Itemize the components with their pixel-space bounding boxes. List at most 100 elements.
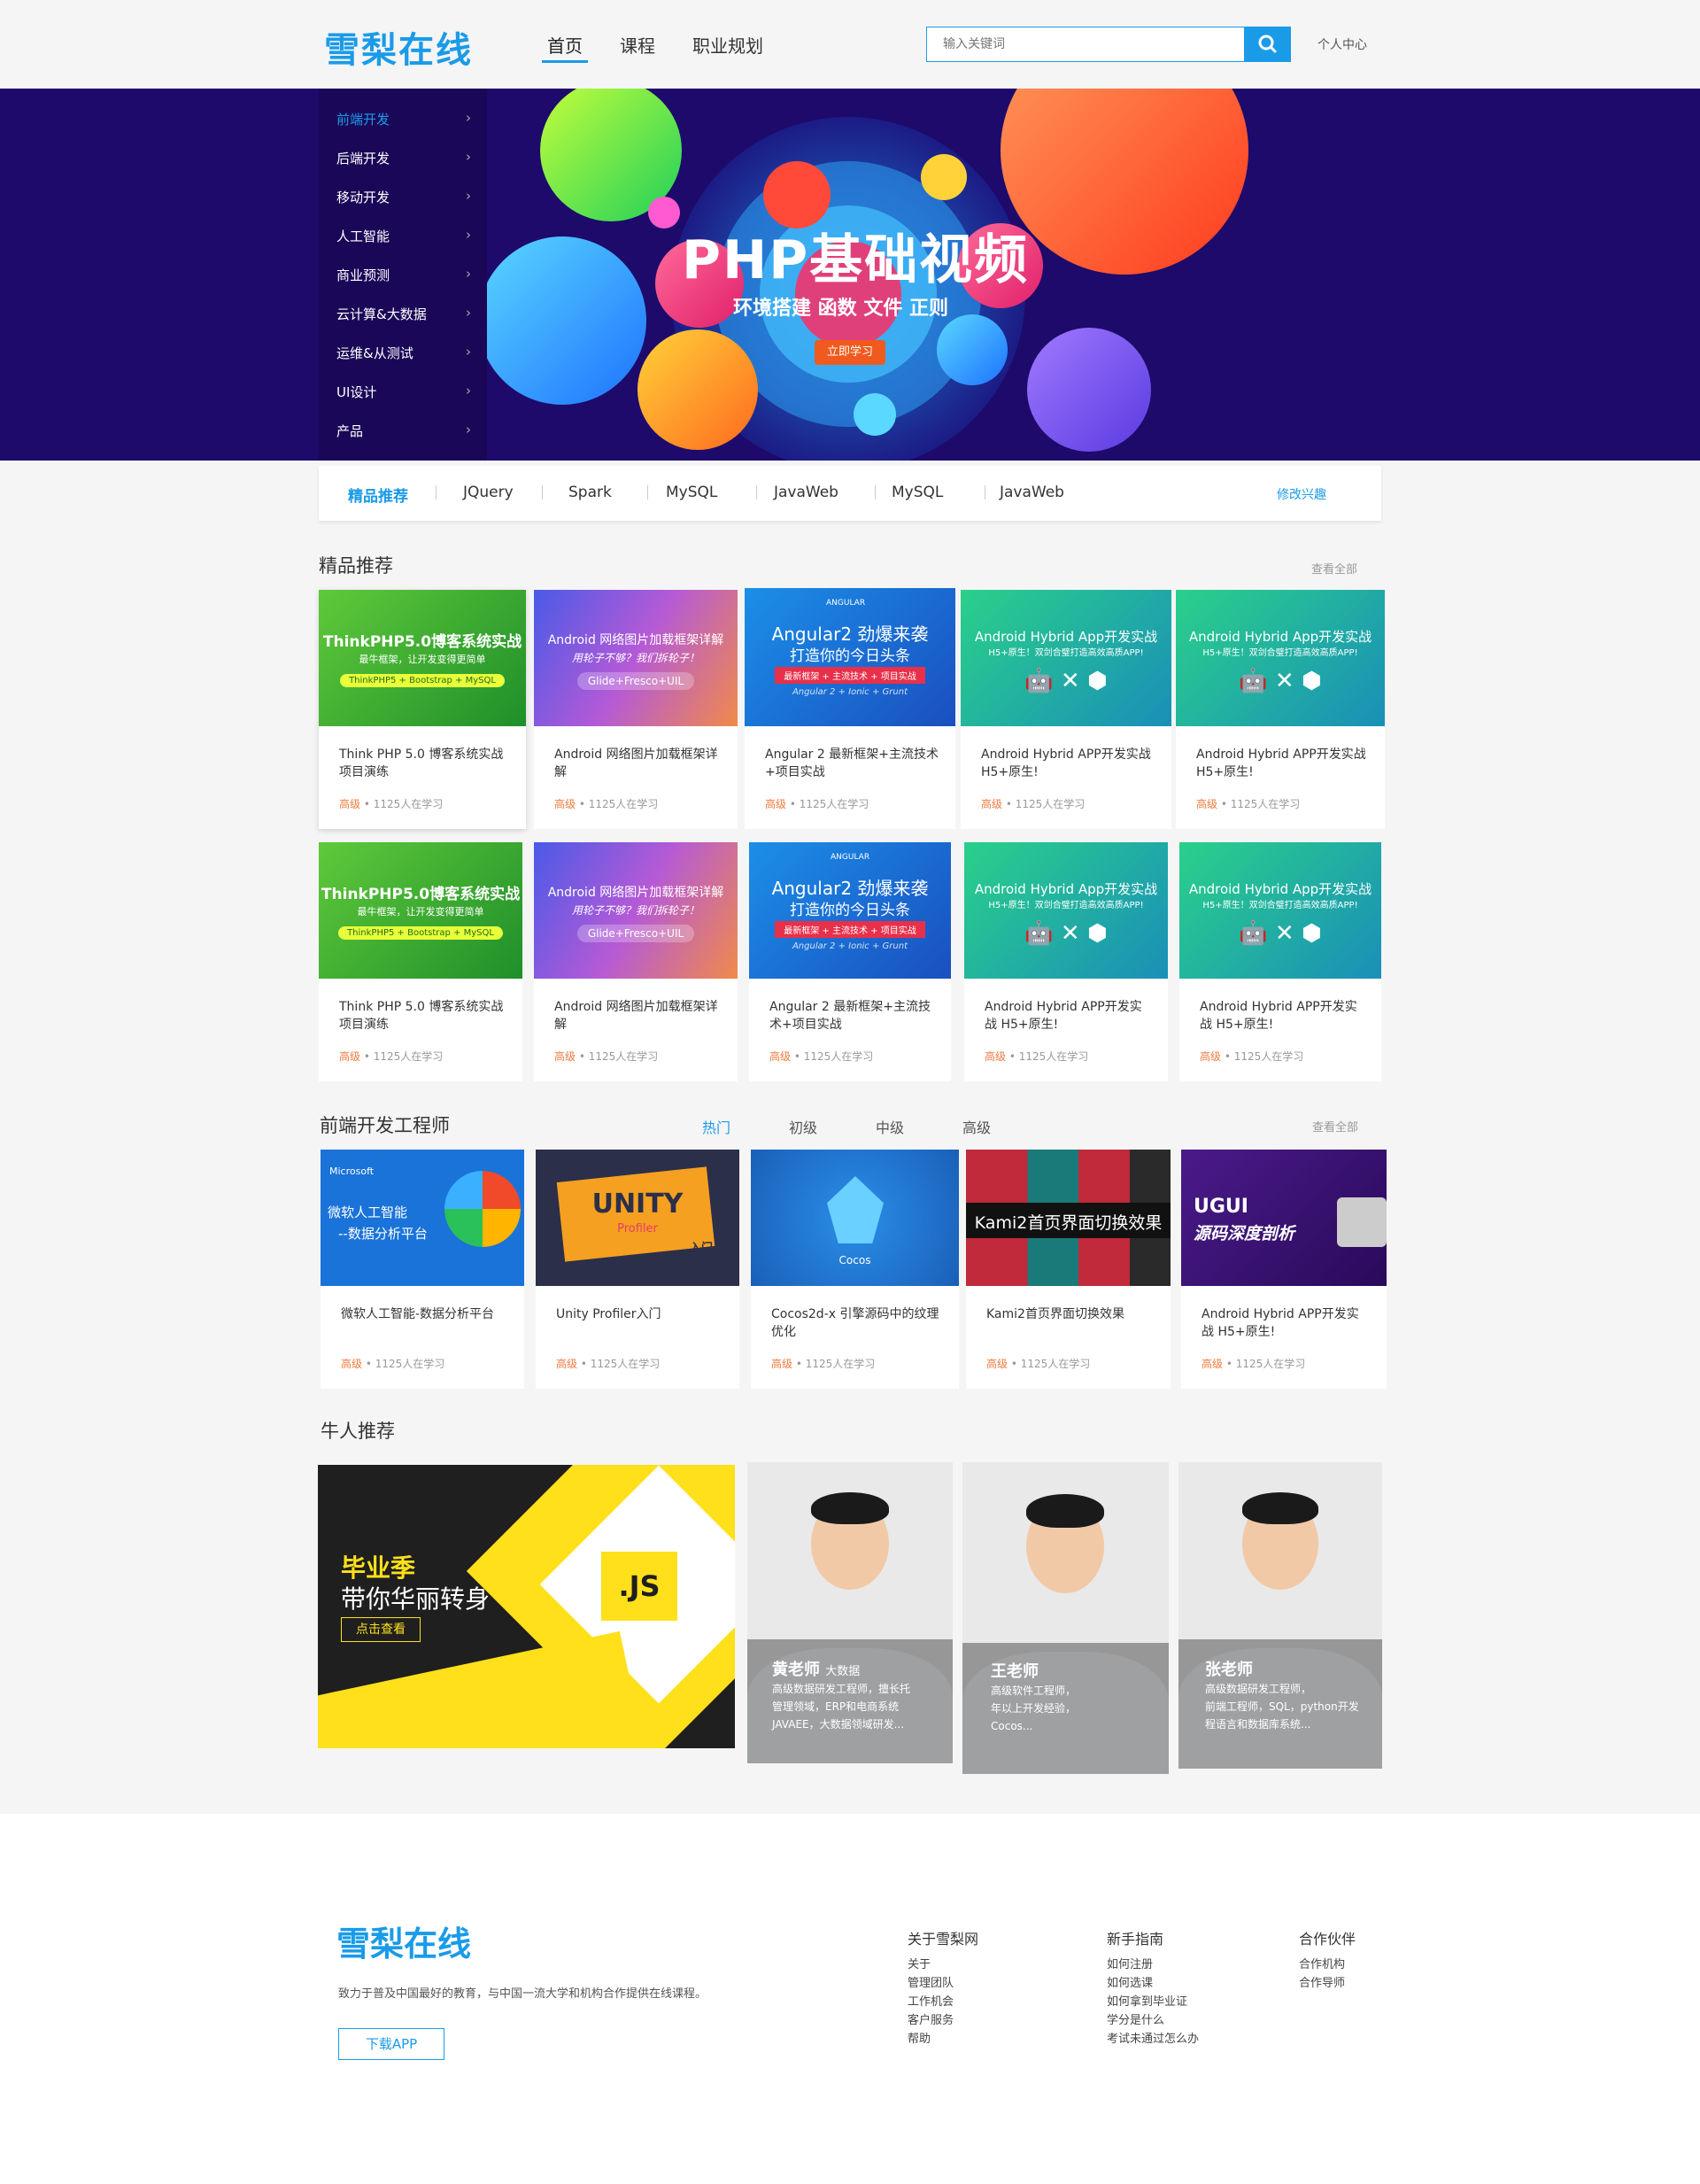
sidebar-item-ai[interactable]: 人工智能 › — [336, 227, 478, 244]
course-card[interactable]: Cocos Cocos2d-x 引擎源码中的纹理优化 高级 • 1125人在学习 — [751, 1150, 959, 1389]
thumbnail-title: Android 网络图片加载框架详解 — [547, 886, 724, 900]
course-level: 高级 — [1200, 1050, 1222, 1063]
course-thumbnail: ThinkPHP5.0博客系统实战 最牛框架，让开发变得更简单 ThinkPHP… — [319, 590, 526, 726]
course-card[interactable]: Microsoft 微软人工智能 --数据分析平台 微软人工智能-数据分析平台 … — [321, 1150, 524, 1389]
nav-courses[interactable]: 课程 — [620, 32, 655, 58]
featured-see-all-link[interactable]: 查看全部 — [1311, 560, 1357, 577]
tag-divider — [436, 485, 437, 500]
course-students: 1125人在学习 — [1230, 798, 1301, 810]
course-card[interactable]: UNITY Profiler 入门 Unity Profiler入门 高级 • … — [536, 1150, 739, 1389]
site-footer — [0, 1814, 1700, 2184]
course-card[interactable]: Android Hybrid App开发实战 H5+原生！双剑合璧打造高效高质A… — [1179, 842, 1381, 1081]
course-card[interactable]: Android Hybrid App开发实战 H5+原生！双剑合璧打造高效高质A… — [1176, 590, 1385, 829]
footer-link[interactable]: 帮助 — [908, 2030, 978, 2048]
tag-jquery[interactable]: JQuery — [463, 484, 514, 501]
footer-link[interactable]: 关于 — [908, 1956, 978, 1974]
footer-link[interactable]: 学分是什么 — [1107, 2011, 1199, 2030]
sidebar-item-business[interactable]: 商业预测 › — [336, 266, 478, 283]
sidebar-item-cloud[interactable]: 云计算&大数据 › — [336, 305, 478, 322]
course-meta: 高级 • 1125人在学习 — [769, 1050, 874, 1063]
search-input[interactable] — [926, 27, 1245, 62]
course-card[interactable]: ANGULAR Angular2 劲爆来袭 打造你的今日头条 最新框架 + 主流… — [745, 588, 955, 829]
sidebar-item-backend[interactable]: 后端开发 › — [336, 149, 478, 167]
sidebar-item-product[interactable]: 产品 › — [336, 422, 478, 439]
thumbnail-pill: ThinkPHP5 + Bootstrap + MySQL — [340, 674, 505, 687]
course-thumbnail: ThinkPHP5.0博客系统实战 最牛框架，让开发变得更简单 ThinkPHP… — [319, 842, 522, 979]
course-card[interactable]: Android 网络图片加载框架详解 用轮子不够？我们拆轮子！ Glide+Fr… — [534, 590, 738, 829]
course-thumbnail: Android Hybrid App开发实战 H5+原生！双剑合璧打造高效高质A… — [961, 590, 1171, 726]
course-title: Kami2首页界面切换效果 — [986, 1307, 1124, 1321]
course-level: 高级 — [556, 1358, 578, 1370]
course-students: 1125人在学习 — [1020, 1358, 1091, 1370]
site-logo[interactable]: 雪梨在线 — [324, 21, 473, 73]
course-card[interactable]: UGUI 源码深度剖析 Android Hybrid APP开发实战 H5+原生… — [1181, 1150, 1387, 1389]
tag-featured[interactable]: 精品推荐 — [348, 484, 408, 506]
course-level: 高级 — [986, 1358, 1008, 1370]
footer-logo[interactable]: 雪梨在线 — [336, 1917, 471, 1965]
footer-link[interactable]: 如何选课 — [1107, 1974, 1199, 1993]
course-card[interactable]: Android 网络图片加载框架详解 用轮子不够？我们拆轮子！ Glide+Fr… — [534, 842, 738, 1081]
top-header: 雪梨在线 首页 课程 职业规划 个人中心 — [0, 0, 1700, 89]
user-center-link[interactable]: 个人中心 — [1318, 35, 1367, 53]
tab-beginner[interactable]: 初级 — [789, 1116, 817, 1137]
course-title: Android Hybrid APP开发实战 H5+原生! — [1200, 1000, 1357, 1032]
footer-link[interactable]: 管理团队 — [908, 1974, 978, 1993]
course-meta: 高级 • 1125人在学习 — [1202, 1358, 1306, 1370]
thumbnail-subtitle: 最牛框架，让开发变得更简单 — [359, 654, 486, 665]
teacher-card[interactable]: 张老师 高级数据研发工程师， 前端工程师，SQL，python开发 程语言和数据库系… — [1178, 1462, 1382, 1769]
promo-line-1: 毕业季 — [341, 1553, 416, 1583]
footer-link[interactable]: 客户服务 — [908, 2011, 978, 2030]
sidebar-item-ui[interactable]: UI设计 › — [336, 383, 478, 400]
course-card[interactable]: Android Hybrid App开发实战 H5+原生！双剑合璧打造高效高质A… — [964, 842, 1168, 1081]
android-html5-icon: 🤖 ✕ ⬢ — [1239, 668, 1322, 694]
teacher-card[interactable]: 黄老师 大数据 高级数据研发工程师，擅长托 管理领域，ERP和电商系统 JAVAEE… — [747, 1462, 953, 1763]
tab-hot[interactable]: 热门 — [702, 1116, 730, 1137]
footer-column-title: 新手指南 — [1107, 1931, 1164, 1948]
tag-mysql[interactable]: MySQL — [666, 484, 717, 501]
course-title: Android Hybrid APP开发实战 H5+原生! — [1196, 747, 1366, 779]
tab-advanced[interactable]: 高级 — [962, 1116, 991, 1137]
footer-link[interactable]: 如何拿到毕业证 — [1107, 1993, 1199, 2011]
sidebar-item-mobile[interactable]: 移动开发 › — [336, 188, 478, 205]
nav-career-plan[interactable]: 职业规划 — [692, 32, 763, 58]
tag-mysql-2[interactable]: MySQL — [892, 484, 943, 501]
banner-subtitle: 环境搭建 函数 文件 正则 — [733, 298, 948, 320]
course-meta: 高级 • 1125人在学习 — [1196, 798, 1301, 810]
tag-spark[interactable]: Spark — [568, 484, 612, 501]
sidebar-item-ops[interactable]: 运维&从测试 › — [336, 344, 478, 361]
teacher-card[interactable]: 王老师 高级软件工程师， 年以上开发经验， Cocos... — [962, 1462, 1169, 1774]
teacher-tag: 大数据 — [825, 1665, 861, 1678]
course-students: 1125人在学习 — [799, 798, 869, 810]
frontend-see-all-link[interactable]: 查看全部 — [1312, 1118, 1358, 1135]
course-thumbnail: Cocos — [751, 1150, 959, 1286]
tag-javaweb[interactable]: JavaWeb — [774, 484, 838, 501]
nav-home[interactable]: 首页 — [547, 32, 583, 58]
nav-active-indicator — [542, 60, 588, 63]
course-meta: 高级 • 1125人在学习 — [1200, 1050, 1304, 1063]
course-card[interactable]: ThinkPHP5.0博客系统实战 最牛框架，让开发变得更简单 ThinkPHP… — [319, 842, 522, 1081]
footer-link[interactable]: 如何注册 — [1107, 1956, 1199, 1974]
graduation-promo-banner[interactable]: .JS 毕业季 带你华丽转身 点击查看 — [318, 1465, 735, 1748]
download-app-button[interactable]: 下载APP — [338, 2028, 444, 2060]
course-card[interactable]: Android Hybrid App开发实战 H5+原生！双剑合璧打造高效高质A… — [961, 590, 1171, 829]
course-card[interactable]: ANGULAR Angular2 劲爆来袭 打造你的今日头条 最新框架 + 主流… — [749, 842, 951, 1081]
tab-intermediate[interactable]: 中级 — [876, 1116, 904, 1137]
thumbnail-title: ThinkPHP5.0博客系统实战 — [322, 633, 522, 651]
footer-link[interactable]: 考试未通过怎么办 — [1107, 2030, 1199, 2048]
footer-link[interactable]: 合作机构 — [1299, 1956, 1356, 1974]
sidebar-item-frontend[interactable]: 前端开发 › — [336, 110, 478, 128]
course-thumbnail: Android Hybrid App开发实战 H5+原生！双剑合璧打造高效高质A… — [1179, 842, 1381, 979]
course-card[interactable]: Kami2首页界面切换效果 Kami2首页界面切换效果 高级 • 1125人在学… — [966, 1150, 1171, 1389]
edit-interests-link[interactable]: 修改兴趣 — [1277, 485, 1326, 503]
start-learning-button[interactable]: 立即学习 — [815, 340, 885, 365]
course-card[interactable]: ThinkPHP5.0博客系统实战 最牛框架，让开发变得更简单 ThinkPHP… — [319, 590, 526, 829]
teacher-name: 王老师 — [991, 1662, 1039, 1681]
thumbnail-title: Android Hybrid App开发实战 — [974, 881, 1158, 897]
tag-javaweb-2[interactable]: JavaWeb — [1000, 484, 1064, 501]
search-button[interactable] — [1245, 27, 1291, 62]
sidebar-item-label: 产品 — [336, 423, 364, 439]
sidebar-item-label: UI设计 — [336, 384, 377, 400]
promo-view-button[interactable]: 点击查看 — [341, 1617, 421, 1642]
footer-link[interactable]: 合作导师 — [1299, 1974, 1356, 1993]
footer-link[interactable]: 工作机会 — [908, 1993, 978, 2011]
